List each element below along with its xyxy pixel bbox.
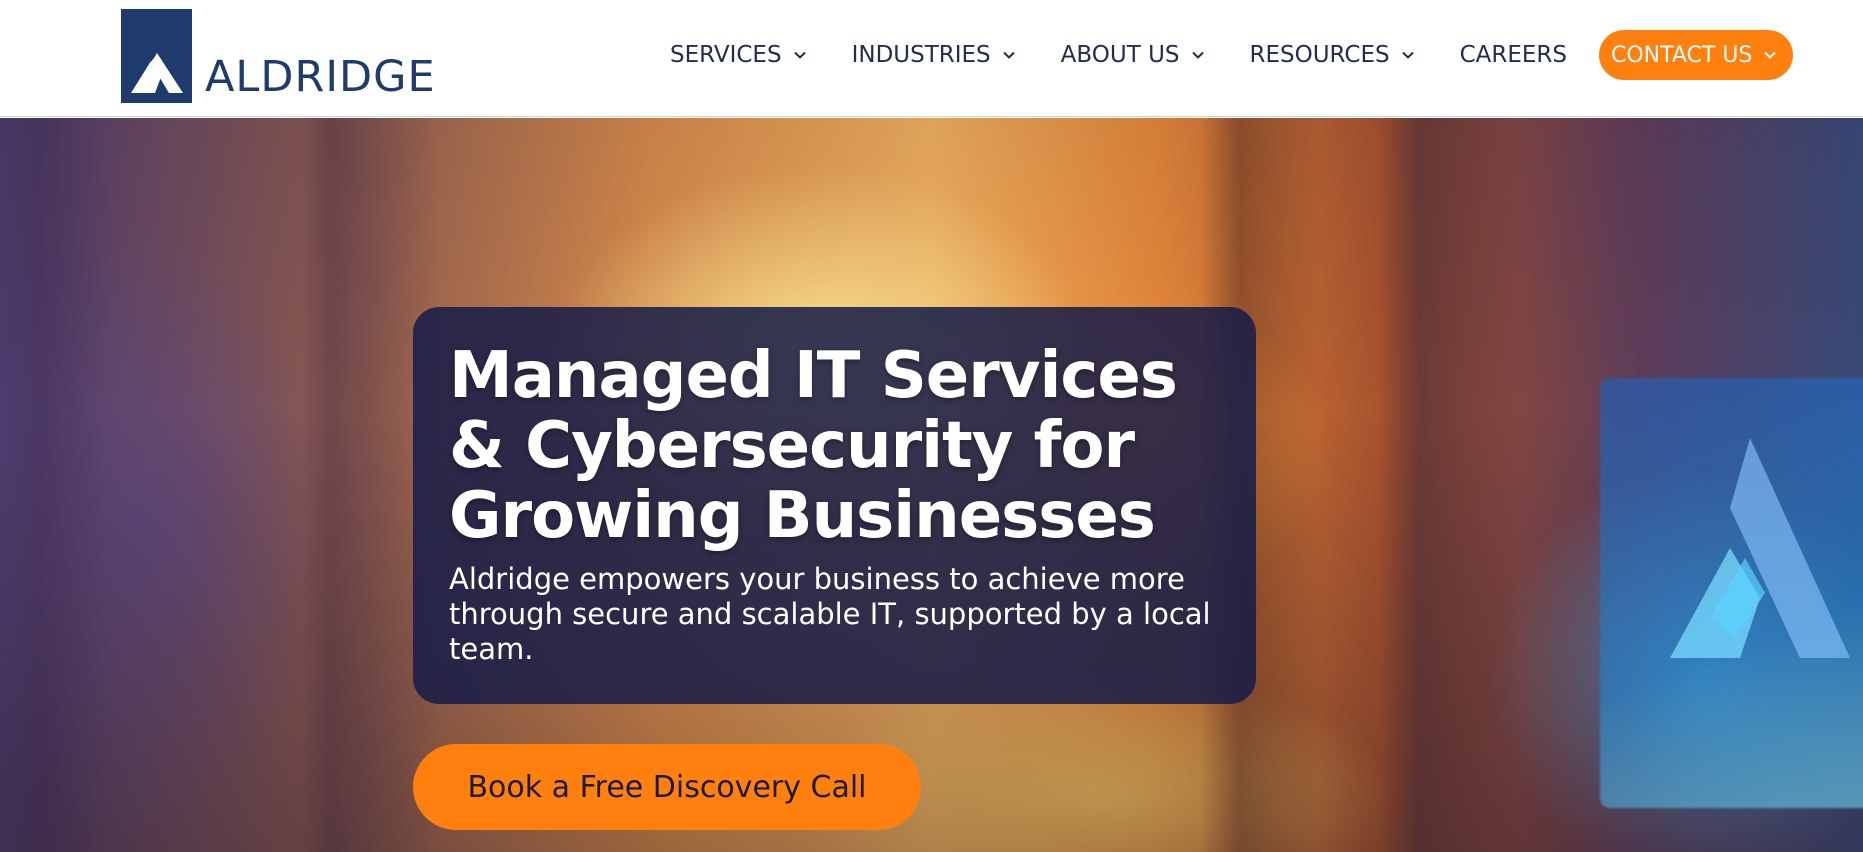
nav-item-careers[interactable]: CAREERS — [1460, 42, 1567, 68]
nav-item-label: RESOURCES — [1249, 42, 1390, 68]
nav-item-label: CAREERS — [1459, 42, 1567, 68]
hero-title-line: & Cybersecurity for — [449, 409, 1135, 483]
contact-us-label: CONTACT US — [1611, 42, 1753, 68]
logo-mark-icon — [121, 9, 192, 103]
chevron-down-icon — [1401, 51, 1414, 59]
hero-title-line: Managed IT Services — [449, 339, 1178, 413]
nav-item-label: ABOUT US — [1060, 42, 1180, 68]
nav-item-services[interactable]: SERVICES — [670, 42, 808, 68]
hero-title-line: Growing Businesses — [449, 479, 1156, 553]
nav-item-industries[interactable]: INDUSTRIES — [852, 42, 1017, 68]
nav-item-about-us[interactable]: ABOUT US — [1061, 42, 1206, 68]
hero-section: Managed IT Services & Cybersecurity for … — [0, 118, 1863, 852]
chevron-down-icon — [1191, 51, 1204, 59]
site-header: ALDRIDGE SERVICES INDUSTRIES ABOUT US RE… — [0, 0, 1863, 117]
chevron-down-icon — [793, 51, 806, 59]
logo-wordmark: ALDRIDGE — [205, 52, 436, 102]
glowing-logo-icon — [1670, 438, 1850, 658]
aldridge-logo[interactable]: ALDRIDGE — [121, 9, 436, 103]
nav-item-resources[interactable]: RESOURCES — [1250, 42, 1416, 68]
hero-card: Managed IT Services & Cybersecurity for … — [413, 307, 1256, 704]
contact-us-button[interactable]: CONTACT US — [1599, 30, 1794, 80]
chevron-down-icon — [1764, 51, 1777, 59]
book-discovery-call-button[interactable]: Book a Free Discovery Call — [413, 744, 921, 830]
hero-subtitle: Aldridge empowers your business to achie… — [449, 562, 1211, 666]
chevron-down-icon — [1002, 51, 1015, 59]
hero-title: Managed IT Services & Cybersecurity for … — [449, 341, 1220, 551]
main-nav: SERVICES INDUSTRIES ABOUT US RESOURCES C… — [670, 30, 1794, 80]
nav-item-label: SERVICES — [670, 42, 782, 68]
nav-item-label: INDUSTRIES — [851, 42, 991, 68]
